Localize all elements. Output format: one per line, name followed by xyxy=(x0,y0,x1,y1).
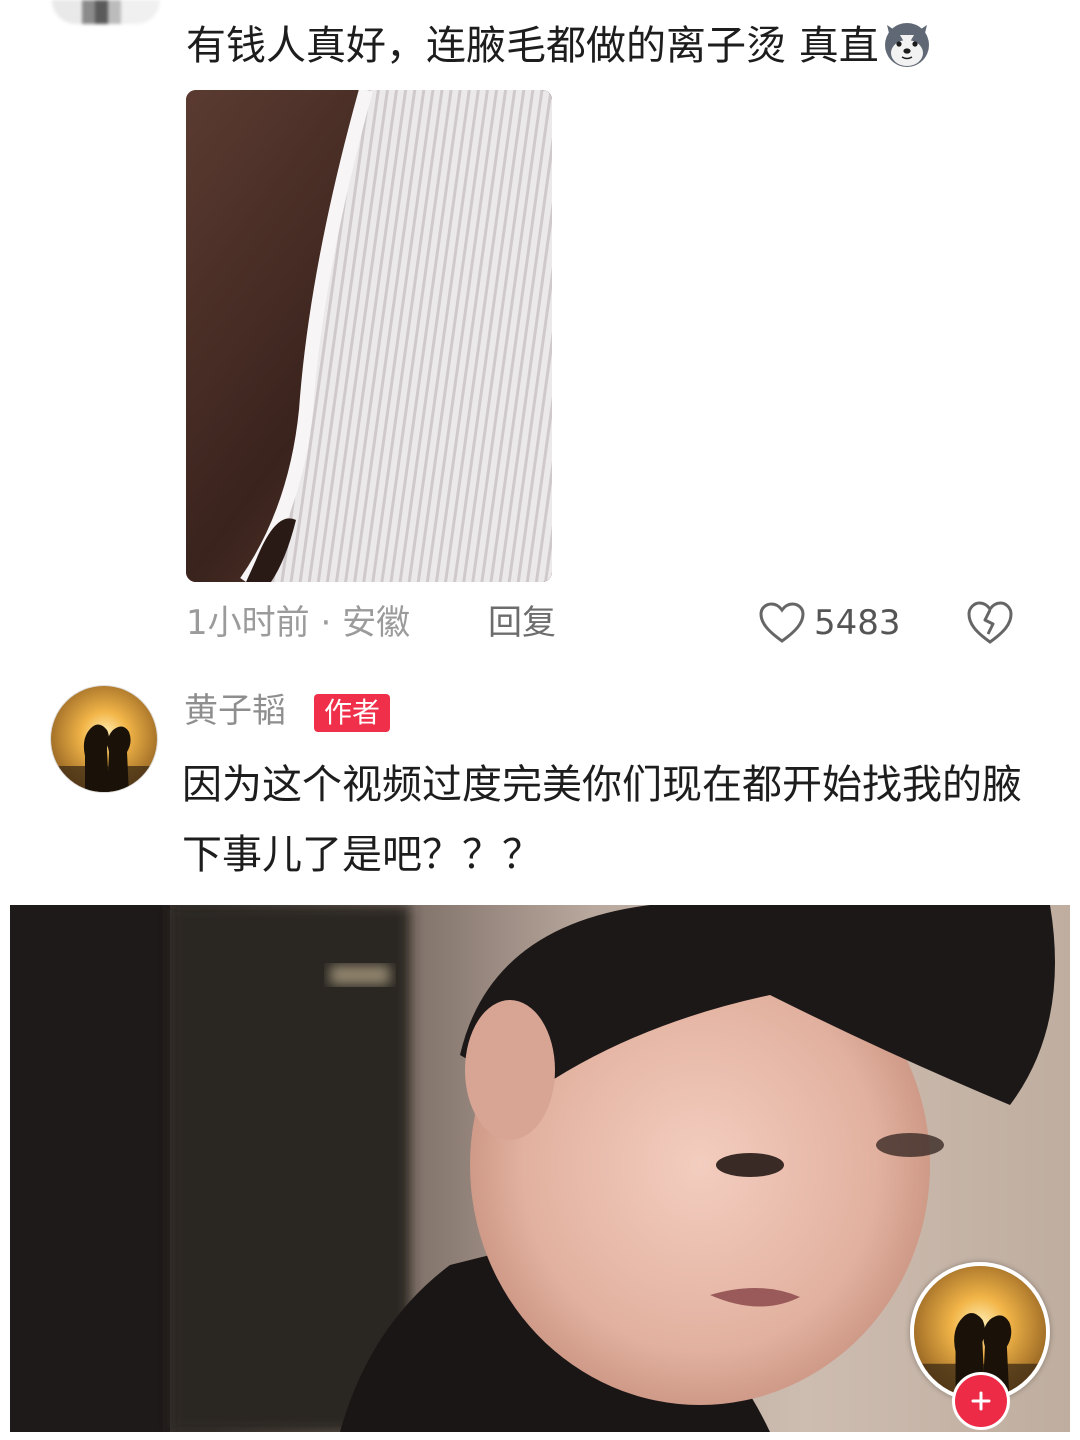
couple-silhouette-image xyxy=(51,686,157,792)
broken-heart-icon[interactable] xyxy=(966,600,1014,646)
author-avatar[interactable] xyxy=(50,685,158,793)
tank-top-photo xyxy=(186,90,552,582)
comment-meta: 1小时前 · 安徽 xyxy=(186,598,410,648)
like-count: 5483 xyxy=(814,603,901,643)
husky-dog-emoji-icon xyxy=(884,23,929,67)
video-still-image xyxy=(10,905,1055,1432)
commenter-avatar-blurred[interactable] xyxy=(52,0,160,24)
plus-icon xyxy=(971,1391,991,1411)
heart-icon xyxy=(759,602,805,643)
video-frame[interactable] xyxy=(10,905,1070,1432)
comment-attached-image[interactable] xyxy=(186,90,552,582)
comment-time: 1小时前 xyxy=(186,603,310,643)
comment-text: 有钱人真好，连腋毛都做的离子烫 真直 xyxy=(186,14,933,78)
like-button[interactable]: 5483 xyxy=(758,598,901,648)
reply-button[interactable]: 回复 xyxy=(488,598,556,648)
author-username[interactable]: 黄子韬 xyxy=(184,686,286,736)
follow-button[interactable] xyxy=(952,1372,1010,1430)
meta-separator: · xyxy=(320,603,332,643)
comment-location: 安徽 xyxy=(342,603,411,643)
author-reply-text: 因为这个视频过度完美你们现在都开始找我的腋下事儿了是吧？？？ xyxy=(182,762,1022,878)
author-badge: 作者 xyxy=(314,694,391,732)
